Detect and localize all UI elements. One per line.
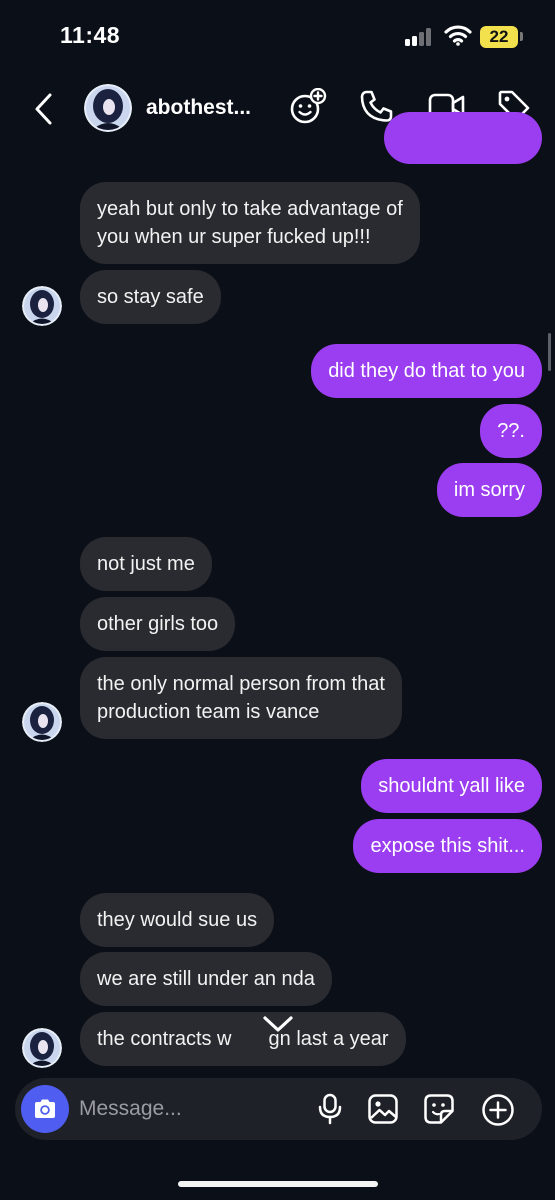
message-bubble-incoming[interactable]: we are still under an nda <box>80 952 332 1006</box>
message-bubble-outgoing[interactable]: ??. <box>480 404 542 458</box>
back-chevron-icon[interactable] <box>32 92 56 126</box>
home-indicator[interactable] <box>178 1181 378 1187</box>
contact-avatar[interactable] <box>22 702 62 742</box>
message-bubble-outgoing[interactable]: shouldnt yall like <box>361 759 542 813</box>
microphone-icon[interactable] <box>315 1093 345 1125</box>
message-bubble-incoming[interactable]: so stay safe <box>80 270 221 324</box>
wifi-icon <box>444 25 472 46</box>
contact-avatar[interactable] <box>22 286 62 326</box>
message-bubble-incoming[interactable]: the only normal person from that product… <box>80 657 402 739</box>
camera-button[interactable] <box>21 1085 69 1133</box>
effects-icon[interactable] <box>289 88 327 126</box>
message-text-fragment: the contracts w <box>97 1028 232 1050</box>
message-bubble-incoming[interactable]: not just me <box>80 537 212 591</box>
contact-avatar[interactable] <box>22 1028 62 1068</box>
message-text-line: the only normal person from that <box>97 673 385 695</box>
message-bubble-incoming[interactable]: the contracts w gn last a year <box>80 1012 406 1066</box>
battery-tip <box>520 32 523 41</box>
avatar[interactable] <box>84 84 132 132</box>
message-bubble-outgoing[interactable] <box>384 112 542 164</box>
battery-indicator: 22 <box>480 26 518 48</box>
message-text-line: you when ur super fucked up!!! <box>97 226 371 248</box>
message-bubble-incoming[interactable]: yeah but only to take advantage of you w… <box>80 182 420 264</box>
scrollbar-thumb[interactable] <box>548 333 551 371</box>
message-bubble-outgoing[interactable]: expose this shit... <box>353 819 542 873</box>
cellular-signal-icon <box>405 28 435 46</box>
message-bubble-outgoing[interactable]: did they do that to you <box>311 344 542 398</box>
message-text-line: yeah but only to take advantage of <box>97 198 403 220</box>
message-input[interactable] <box>79 1094 279 1124</box>
chat-username[interactable]: abothest... <box>146 96 276 120</box>
status-bar: 11:48 22 <box>0 0 555 70</box>
sticker-icon[interactable] <box>423 1093 455 1125</box>
message-bubble-incoming[interactable]: other girls too <box>80 597 236 651</box>
message-bubble-outgoing[interactable]: im sorry <box>436 463 542 517</box>
message-composer <box>15 1078 542 1140</box>
camera-icon <box>35 1099 55 1118</box>
plus-icon[interactable] <box>481 1093 515 1127</box>
message-text-line: production team is vance <box>97 701 320 723</box>
image-icon[interactable] <box>367 1093 399 1125</box>
status-time: 11:48 <box>60 22 121 48</box>
phone-icon[interactable] <box>359 88 395 124</box>
scroll-down-chevron-icon[interactable] <box>262 1014 294 1034</box>
message-bubble-incoming[interactable]: they would sue us <box>80 893 275 947</box>
